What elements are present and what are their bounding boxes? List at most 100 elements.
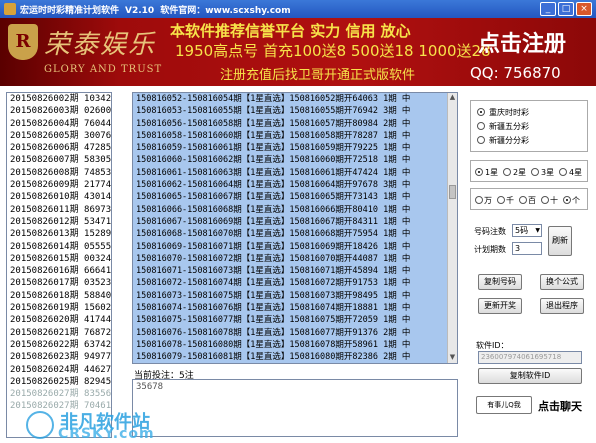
plan-row[interactable]: 150816067-150816069期【1星直选】150816067期开843… [133, 216, 457, 228]
pos-label-1: 千 [506, 196, 514, 205]
chevron-down-icon: ▼ [535, 227, 540, 234]
minimize-button[interactable]: _ [540, 2, 556, 16]
plan-row[interactable]: 150816070-150816072期【1星直选】150816070期开440… [133, 253, 457, 265]
plan-row[interactable]: 150816058-150816060期【1星直选】150816058期开782… [133, 130, 457, 142]
plan-row[interactable]: 150816062-150816064期【1星直选】150816064期开976… [133, 179, 457, 191]
history-row[interactable]: 20150826024期 44627 [7, 364, 111, 376]
plan-row[interactable]: 150816076-150816078期【1星直选】150816077期开913… [133, 327, 457, 339]
radio-star-3[interactable] [559, 168, 567, 176]
star-group: 1星 2星 3星 4星 [470, 160, 588, 182]
history-list[interactable]: 20150826002期 10342 20150826003期 02600 2015… [6, 92, 112, 438]
plan-row[interactable]: 150816059-150816061期【1星直选】150816059期开792… [133, 142, 457, 154]
history-row[interactable]: 20150826025期 82945 [7, 376, 111, 388]
scroll-down-icon[interactable]: ▼ [448, 353, 457, 363]
change-formula-button[interactable]: 换个公式 [540, 274, 584, 290]
plan-row[interactable]: 150816053-150816055期【1星直选】150816055期开769… [133, 105, 457, 117]
lottery-type-group: 重庆时时彩 新疆五分彩 新疆分分彩 [470, 100, 588, 152]
current-bet-box[interactable]: 35678 [132, 379, 458, 437]
copy-software-id-button[interactable]: 复制软件ID [478, 368, 582, 384]
ad-note: 注册充值后找卫哥开通正式版软件 [220, 68, 416, 83]
software-id-field[interactable]: 236007974061695718 [478, 351, 582, 364]
radio-star-0[interactable] [475, 168, 483, 176]
plan-row[interactable]: 150816069-150816071期【1星直选】150816069期开184… [133, 241, 457, 253]
history-row[interactable]: 20150826010期 43014 [7, 191, 111, 203]
plan-row[interactable]: 150816068-150816070期【1星直选】150816068期开759… [133, 228, 457, 240]
lottery-label-0: 重庆时时彩 [489, 108, 529, 117]
history-row[interactable]: 20150826016期 66641 [7, 265, 111, 277]
chat-link[interactable]: 点击聊天 [538, 398, 582, 414]
plan-row[interactable]: 150816073-150816075期【1星直选】150816073期开984… [133, 290, 457, 302]
history-row[interactable]: 20150826014期 05555 [7, 241, 111, 253]
radio-lottery-0[interactable] [477, 108, 485, 116]
radio-pos-3[interactable] [541, 196, 549, 204]
history-row[interactable]: 20150826027期 83556 [7, 388, 111, 400]
plan-row[interactable]: 150816078-150816080期【1星直选】150816078期开589… [133, 339, 457, 351]
plan-row[interactable]: 150816052-150816054期【1星直选】150816052期开640… [133, 93, 457, 105]
radio-lottery-1[interactable] [477, 122, 485, 130]
history-row[interactable]: 20150826006期 47285 [7, 142, 111, 154]
star-label-3: 4星 [569, 168, 583, 177]
maximize-button[interactable]: □ [558, 2, 574, 16]
position-group: 万 千 百 十 个 [470, 188, 588, 210]
copy-numbers-button[interactable]: 复制号码 [478, 274, 522, 290]
watermark-en: CRSKY.com [58, 426, 155, 442]
plan-row[interactable]: 150816074-150816076期【1星直选】150816074期开188… [133, 302, 457, 314]
period-input[interactable]: 3 [512, 242, 542, 255]
history-row[interactable]: 20150826023期 94977 [7, 351, 111, 363]
register-link[interactable]: 点击注册 [478, 26, 566, 58]
history-row[interactable]: 20150826004期 76044 [7, 118, 111, 130]
history-row[interactable]: 20150826020期 41744 [7, 314, 111, 326]
star-label-2: 3星 [541, 168, 555, 177]
history-row[interactable]: 20150826021期 76872 [7, 327, 111, 339]
plan-row[interactable]: 150816060-150816062期【1星直选】150816060期开725… [133, 154, 457, 166]
pos-label-4: 个 [572, 196, 580, 205]
close-button[interactable]: × [576, 2, 592, 16]
exit-button[interactable]: 退出程序 [540, 298, 584, 314]
history-row[interactable]: 20150826009期 21774 [7, 179, 111, 191]
radio-pos-0[interactable] [475, 196, 483, 204]
plan-row[interactable]: 150816075-150816077期【1星直选】150816075期开720… [133, 314, 457, 326]
brand-logo: R [8, 24, 38, 60]
radio-star-2[interactable] [531, 168, 539, 176]
radio-star-1[interactable] [503, 168, 511, 176]
history-row[interactable]: 20150826011期 86973 [7, 204, 111, 216]
plan-row[interactable]: 150816066-150816068期【1星直选】150816066期开804… [133, 204, 457, 216]
plan-row[interactable]: 150816061-150816063期【1星直选】150816061期开474… [133, 167, 457, 179]
refresh-button[interactable]: 刷新 [548, 226, 572, 256]
update-draws-button[interactable]: 更新开奖 [478, 298, 522, 314]
qq-chat-badge[interactable]: 有事儿Q我 [476, 396, 532, 414]
history-row[interactable]: 20150826002期 10342 [7, 93, 111, 105]
star-label-1: 2星 [513, 168, 527, 177]
plan-scrollbar[interactable]: ▲ ▼ [447, 93, 457, 363]
pos-label-3: 十 [550, 196, 558, 205]
ad-banner[interactable]: R 荣泰娱乐 GLORY AND TRUST 本软件推荐信誉平台 实力 信用 放… [0, 18, 596, 86]
scroll-thumb[interactable] [449, 185, 456, 199]
history-row[interactable]: 20150826022期 63742 [7, 339, 111, 351]
lottery-label-1: 新疆五分彩 [489, 122, 529, 131]
plan-row[interactable]: 150816079-150816081期【1星直选】150816080期开823… [133, 351, 457, 363]
history-row[interactable]: 20150826008期 74853 [7, 167, 111, 179]
plan-row[interactable]: 150816065-150816067期【1星直选】150816065期开731… [133, 191, 457, 203]
plan-row[interactable]: 150816071-150816073期【1星直选】150816071期开458… [133, 265, 457, 277]
brand-name-cn: 荣泰娱乐 [44, 30, 157, 60]
radio-pos-4[interactable] [563, 196, 571, 204]
history-row[interactable]: 20150826017期 03523 [7, 277, 111, 289]
history-row[interactable]: 20150826015期 00324 [7, 253, 111, 265]
plan-row[interactable]: 150816056-150816058期【1星直选】150816057期开809… [133, 118, 457, 130]
radio-lottery-2[interactable] [477, 136, 485, 144]
history-row[interactable]: 20150826007期 58305 [7, 154, 111, 166]
scroll-up-icon[interactable]: ▲ [448, 93, 457, 103]
radio-pos-1[interactable] [497, 196, 505, 204]
history-row[interactable]: 20150826013期 15289 [7, 228, 111, 240]
website-text: 软件官网：www.scxshy.com [160, 6, 291, 16]
history-row[interactable]: 20150826005期 30076 [7, 130, 111, 142]
software-id-label: 软件ID： [476, 341, 509, 350]
history-row[interactable]: 20150826019期 15602 [7, 302, 111, 314]
count-select[interactable]: 5码 ▼ [512, 224, 542, 237]
history-row[interactable]: 20150826018期 58840 [7, 290, 111, 302]
radio-pos-2[interactable] [519, 196, 527, 204]
plan-list[interactable]: 150816052-150816054期【1星直选】150816052期开640… [132, 92, 458, 364]
plan-row[interactable]: 150816072-150816074期【1星直选】150816072期开917… [133, 277, 457, 289]
history-row[interactable]: 20150826012期 53471 [7, 216, 111, 228]
history-row[interactable]: 20150826003期 02600 [7, 105, 111, 117]
